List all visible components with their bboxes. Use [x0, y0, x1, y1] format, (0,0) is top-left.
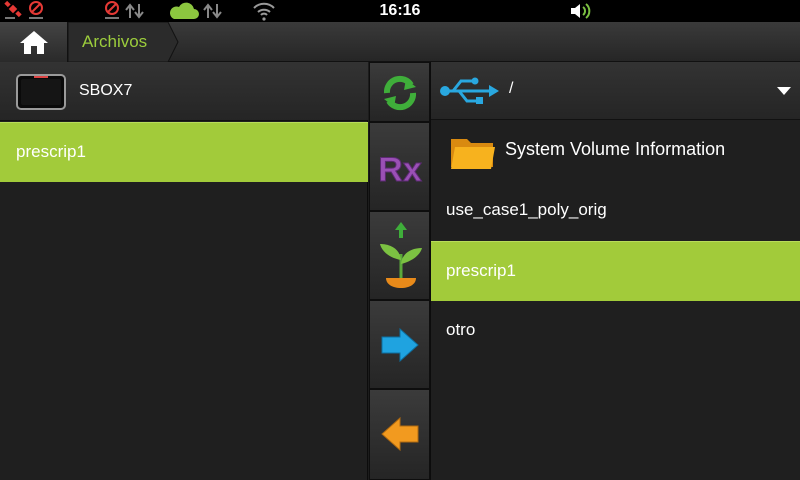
list-item-label: prescrip1: [16, 142, 86, 161]
usb-panel: / System Volume Information use_case1_po…: [430, 62, 800, 480]
copy-right-button[interactable]: [369, 300, 430, 389]
refresh-icon: [383, 75, 417, 111]
folder-item[interactable]: System Volume Information: [431, 121, 800, 181]
usb-icon: [440, 77, 499, 104]
monitor-icon: [16, 74, 66, 110]
file-item[interactable]: prescrip1: [431, 241, 800, 301]
current-path: /: [509, 80, 514, 97]
home-button[interactable]: [0, 22, 68, 62]
transfer-toolbar: Rx: [369, 62, 430, 480]
file-label: prescrip1: [446, 261, 516, 280]
rx-icon: Rx: [378, 151, 423, 190]
status-bar: 16:16: [0, 0, 800, 22]
device-panel: SBOX7 prescrip1: [0, 62, 368, 480]
breadcrumb-label: Archivos: [82, 32, 148, 51]
refresh-button[interactable]: [369, 62, 430, 122]
file-label: use_case1_poly_orig: [446, 200, 607, 219]
file-label: otro: [446, 320, 476, 339]
copy-left-button[interactable]: [369, 389, 430, 480]
seedling-upload-icon: [380, 222, 422, 288]
chevron-down-icon[interactable]: [777, 87, 791, 95]
volume-icon: [571, 3, 591, 19]
rx-text: Rx: [378, 151, 422, 189]
breadcrumb: Archivos: [0, 22, 800, 62]
home-icon: [20, 31, 48, 54]
arrow-left-icon: [381, 416, 419, 452]
file-item[interactable]: otro: [431, 301, 800, 361]
device-header[interactable]: SBOX7: [0, 62, 368, 121]
folder-label: System Volume Information: [505, 139, 726, 159]
clock: 16:16: [379, 2, 421, 19]
folder-icon: [451, 139, 495, 169]
seed-upload-button[interactable]: [369, 211, 430, 300]
usb-source-selector[interactable]: /: [431, 62, 800, 120]
breadcrumb-archivos[interactable]: Archivos: [68, 22, 180, 62]
prescription-button[interactable]: Rx: [369, 122, 430, 211]
arrow-right-icon: [381, 327, 419, 363]
device-name: SBOX7: [79, 82, 133, 99]
file-item[interactable]: use_case1_poly_orig: [431, 181, 800, 241]
list-item[interactable]: prescrip1: [0, 122, 368, 182]
